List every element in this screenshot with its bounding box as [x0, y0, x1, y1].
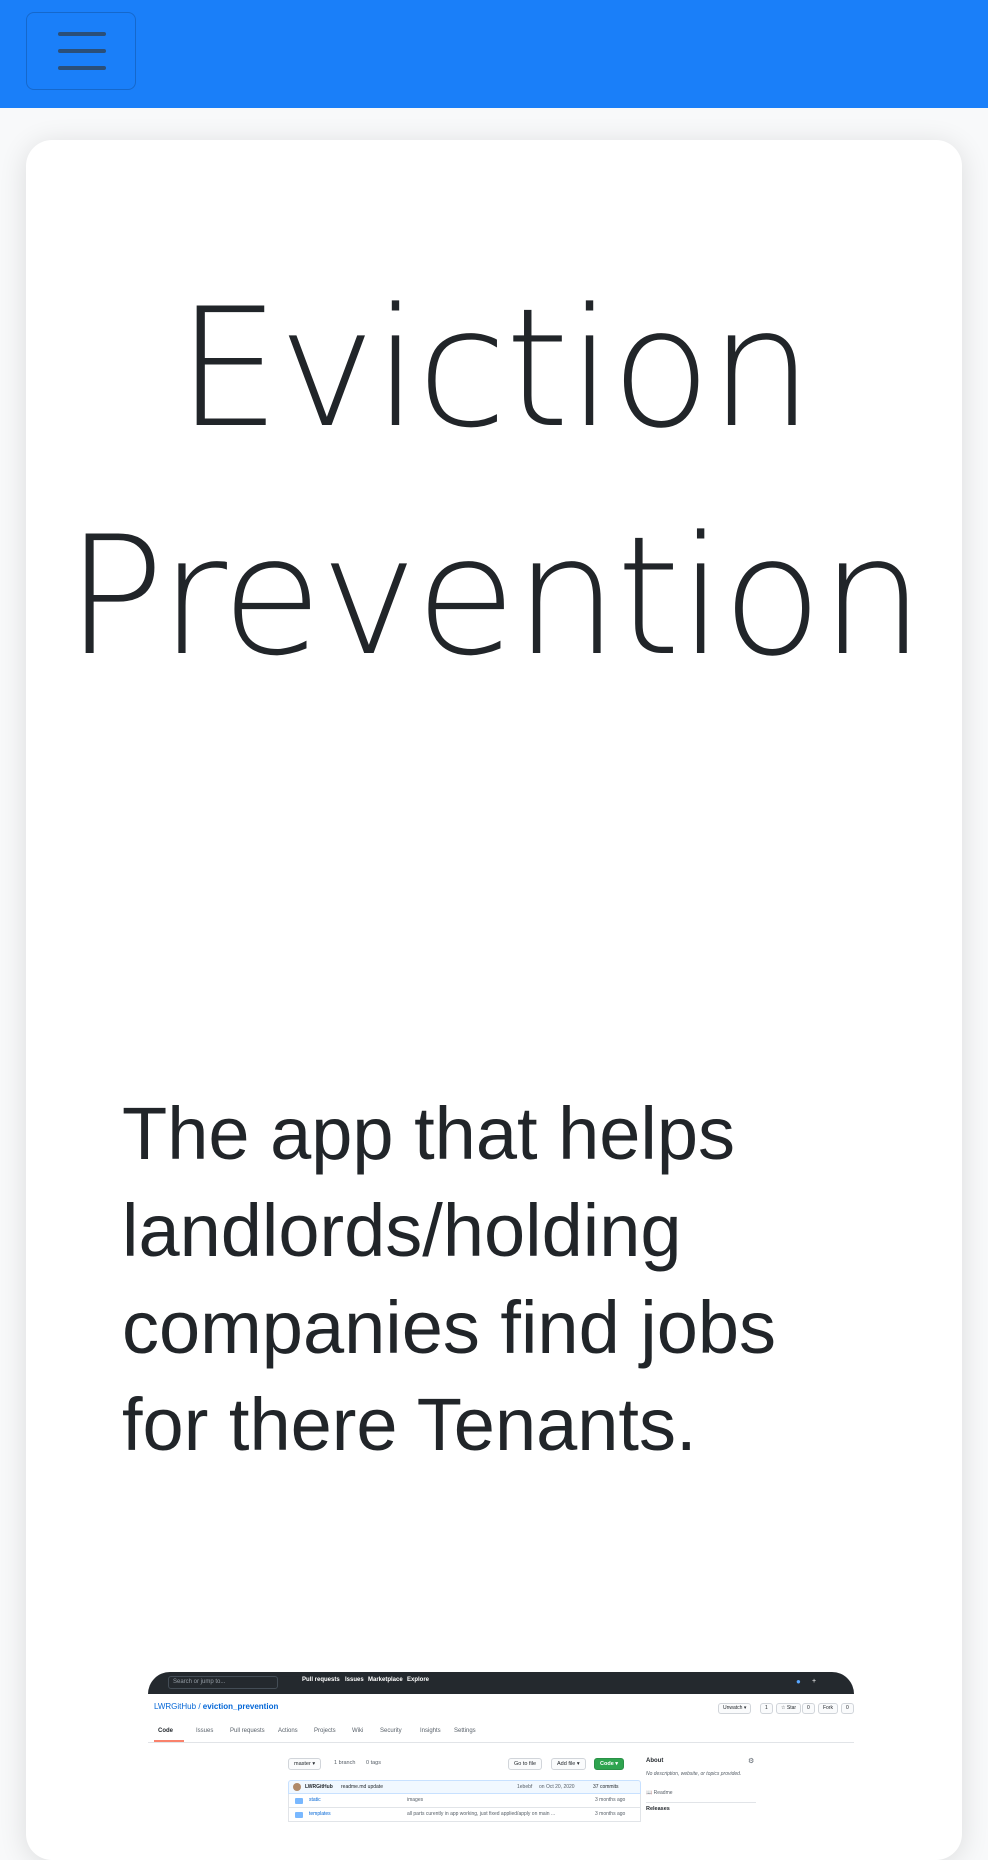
hamburger-bar — [58, 49, 106, 53]
hamburger-bar — [58, 66, 106, 70]
commit-date: on Oct 20, 2020 — [539, 1784, 575, 1790]
github-search-box: Search or jump to... — [168, 1676, 278, 1689]
github-nav-pull-requests: Pull requests — [302, 1677, 340, 1683]
tab-issues: Issues — [196, 1728, 214, 1734]
tab-divider — [148, 1742, 854, 1743]
fork-button: Fork — [818, 1703, 838, 1714]
github-header: Search or jump to... Pull requests Issue… — [148, 1672, 854, 1694]
star-count: 0 — [802, 1703, 815, 1714]
folder-icon — [295, 1798, 303, 1804]
unwatch-count: 1 — [760, 1703, 773, 1714]
notification-bell-icon: ● — [796, 1677, 801, 1686]
hero-tagline: The app that helps landlords/holding com… — [122, 1092, 777, 1466]
hero-title-line2: Prevention — [65, 501, 925, 692]
github-nav-issues: Issues — [345, 1677, 364, 1683]
unwatch-button: Unwatch ▾ — [718, 1703, 752, 1714]
file-name: static — [309, 1797, 321, 1803]
tab-insights: Insights — [420, 1728, 441, 1734]
fork-count: 0 — [841, 1703, 854, 1714]
file-age: 3 months ago — [595, 1811, 626, 1817]
branch-count: 1 branch — [334, 1760, 356, 1766]
hamburger-menu-icon — [58, 32, 106, 36]
code-button: Code ▾ — [594, 1758, 625, 1770]
star-button: ☆ Star — [776, 1703, 802, 1714]
releases-title: Releases — [646, 1806, 670, 1812]
add-file-button: Add file ▾ — [551, 1758, 586, 1770]
about-description: No description, website, or topics provi… — [646, 1771, 742, 1777]
repo-owner: LWRGitHub — [154, 1702, 197, 1711]
about-title: About — [646, 1758, 664, 1764]
file-commit-message: all parts curently in app working, just … — [407, 1811, 556, 1817]
readme-link: 📖 Readme — [646, 1790, 673, 1796]
repo-separator: / — [196, 1702, 203, 1711]
about-divider — [646, 1802, 756, 1803]
tab-projects: Projects — [314, 1728, 336, 1734]
commit-message: readme.md update — [341, 1784, 383, 1790]
tab-wiki: Wiki — [352, 1728, 364, 1734]
hero-title-line1: Eviction — [176, 273, 814, 464]
commit-count: 37 commits — [593, 1784, 619, 1790]
hero-card: Eviction Prevention The app that helps l… — [26, 140, 962, 1860]
latest-commit-bar: LWRGitHub readme.md update 1ebebf on Oct… — [288, 1780, 641, 1794]
top-navbar — [0, 0, 988, 108]
tab-pull-requests: Pull requests — [230, 1728, 265, 1734]
readme-label: Readme — [653, 1790, 673, 1796]
gear-icon: ⚙ — [748, 1758, 755, 1765]
file-age: 3 months ago — [595, 1797, 626, 1803]
commit-author: LWRGitHub — [305, 1784, 333, 1790]
unwatch-label: Unwatch ▾ — [723, 1705, 747, 1711]
file-row: templates all parts curently in app work… — [288, 1808, 641, 1822]
go-to-file-button: Go to file — [508, 1758, 543, 1770]
tab-actions: Actions — [278, 1728, 298, 1734]
repo-name: eviction_prevention — [202, 1702, 279, 1711]
plus-icon: + — [812, 1678, 817, 1685]
tab-settings: Settings — [454, 1728, 476, 1734]
avatar — [293, 1783, 301, 1791]
folder-icon — [295, 1812, 303, 1818]
github-nav-explore: Explore — [407, 1677, 430, 1683]
tab-security: Security — [380, 1728, 402, 1734]
github-nav-marketplace: Marketplace — [368, 1677, 403, 1683]
tag-count: 0 tags — [366, 1760, 381, 1766]
file-row: static images 3 months ago — [288, 1794, 641, 1808]
repo-breadcrumb: LWRGitHub / eviction_prevention — [154, 1702, 278, 1711]
hero-title: Eviction Prevention — [26, 255, 962, 711]
branch-select: master ▾ — [288, 1758, 322, 1770]
github-screenshot: Search or jump to... Pull requests Issue… — [148, 1672, 854, 1860]
commit-hash: 1ebebf — [517, 1784, 533, 1790]
navbar-toggler-button[interactable] — [26, 12, 136, 90]
file-commit-message: images — [407, 1797, 424, 1803]
file-name: templates — [309, 1811, 331, 1817]
tab-code: Code — [158, 1728, 173, 1734]
